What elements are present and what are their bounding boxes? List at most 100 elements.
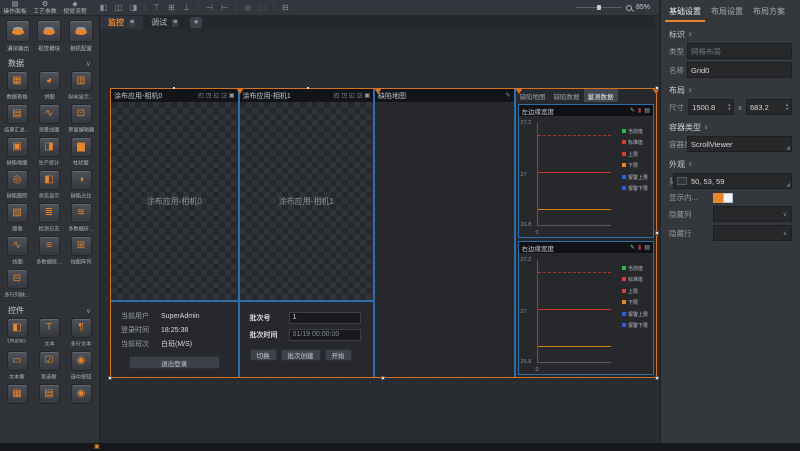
stretch-h-icon[interactable]: ⊣ (202, 3, 217, 12)
separator[interactable]: | (141, 3, 149, 12)
section-appearance[interactable]: 外观 ∨ (669, 159, 792, 170)
ruler-icon[interactable]: ◱ (214, 92, 220, 99)
background-color-field[interactable]: ◢ (673, 173, 792, 189)
section-container-type[interactable]: 容器类型 ∨ (669, 122, 792, 133)
zoom-slider[interactable] (576, 7, 622, 8)
delete-icon[interactable]: ▤ (644, 107, 650, 114)
batch-action-button[interactable]: 开始 (325, 349, 352, 361)
top-menu-item[interactable]: ⚙ 工艺参数 (30, 1, 60, 15)
palette-item[interactable]: ▥ 纵向显示… (65, 71, 97, 104)
palette-item[interactable]: ◉ 选中按钮 (65, 351, 97, 384)
separator[interactable]: | (270, 3, 278, 12)
step-down-icon[interactable]: ▼ (783, 107, 791, 111)
align-right-icon[interactable]: ◨ (126, 3, 141, 12)
palette-item[interactable]: ▤ (33, 384, 65, 417)
resize-handle-se[interactable] (655, 376, 659, 380)
resize-handle-e[interactable] (655, 231, 659, 235)
color-swatch[interactable] (677, 177, 687, 185)
selected-grid-layout[interactable]: 涂布应用-相机0 ◰◳◱◲▣ 涂布应用-相机0 (110, 88, 657, 378)
settings-icon[interactable]: ▣ (229, 92, 235, 99)
alarm-icon[interactable]: ▮ (638, 244, 641, 251)
name-input[interactable] (691, 66, 788, 75)
name-field[interactable] (687, 62, 792, 78)
panel-camera0[interactable]: 涂布应用-相机0 ◰◳◱◲▣ 涂布应用-相机0 (111, 89, 238, 377)
panel-camera1[interactable]: 涂布应用-相机1 ◰◳◱◲▣ 涂布应用-相机1 批次号 (240, 89, 374, 377)
defect-map-body[interactable] (375, 102, 513, 377)
distribute-icon[interactable]: ⊞ (164, 3, 179, 12)
panel-measurements[interactable]: 缺陷地图缺陷数据量测数据 左边缘宽度 ✎ ▮ ▤ 27.2 27 (516, 89, 656, 377)
section-header-controls[interactable]: 控件 ∨ (0, 302, 99, 318)
container-type-input[interactable] (691, 140, 788, 149)
height-stepper[interactable]: ▲▼ (746, 99, 792, 115)
batch-action-button[interactable]: 批次创建 (281, 349, 321, 361)
resize-handle-sw[interactable] (108, 376, 112, 380)
stretch-v-icon[interactable]: ⊢ (217, 3, 232, 12)
palette-item[interactable]: ▤ 结果汇总… (1, 104, 33, 137)
crosshair-icon[interactable]: ◲ (221, 92, 227, 99)
palette-item[interactable]: ◧ 状态显示 (33, 170, 65, 203)
align-h-center-icon[interactable]: ◫ (111, 3, 126, 12)
ungroup-icon[interactable]: ▢ (255, 3, 270, 12)
height-input[interactable] (747, 103, 783, 112)
chart-card-left-edge[interactable]: 左边缘宽度 ✎ ▮ ▤ 27.2 27 26.8 (518, 104, 654, 238)
logout-button[interactable]: 退出登录 (129, 356, 220, 369)
design-canvas[interactable]: 涂布应用-相机0 ◰◳◱◲▣ 涂布应用-相机0 (100, 29, 655, 443)
column-marker[interactable] (515, 88, 523, 94)
edit-icon[interactable]: ✎ (505, 92, 510, 99)
palette-item[interactable]: ¶ 多行文本 (65, 318, 97, 351)
column-marker[interactable] (236, 88, 244, 94)
palette-item[interactable]: ▦ 数据表格 (1, 71, 33, 104)
top-menu-item[interactable]: ◈ 视觉流程 (60, 1, 90, 15)
sidebar-tool-item[interactable]: 相机配置 (66, 20, 97, 53)
image-placeholder-camera0[interactable]: 涂布应用-相机0 (111, 102, 238, 300)
palette-item[interactable]: ≋ 多数据折… (65, 203, 97, 236)
align-left-icon[interactable]: ◧ (96, 3, 111, 12)
fit-view-icon[interactable]: ◰ (334, 92, 340, 99)
zoom-slider-handle[interactable] (597, 5, 601, 10)
group-icon[interactable]: ▣ (240, 3, 255, 12)
width-stepper[interactable]: ▲▼ (688, 99, 734, 115)
palette-item[interactable]: ◧ OK&NG (1, 318, 33, 351)
delete-icon[interactable]: ▤ (644, 244, 650, 251)
zoom-region-icon[interactable]: ◳ (206, 92, 212, 99)
sidebar-tool-item[interactable]: 视觉模块 (34, 20, 65, 53)
chart-card-right-edge[interactable]: 右边缘宽度 ✎ ▮ ▤ 27.2 27 26.8 (518, 241, 654, 375)
palette-item[interactable]: ⊞ 线图阵列 (65, 236, 97, 269)
hide-columns-select[interactable]: ∨ (713, 206, 792, 222)
align-bottom-icon[interactable]: ⊥ (179, 3, 194, 12)
show-content-toggle[interactable] (713, 193, 733, 203)
palette-item[interactable]: ≡ 多数据统… (33, 236, 65, 269)
palette-item[interactable]: T 文本 (33, 318, 65, 351)
settings-icon[interactable]: ▣ (364, 92, 370, 99)
palette-item[interactable]: ▧ 图像 (1, 203, 33, 236)
palette-item[interactable]: ⊟ 多行列缺… (1, 269, 33, 302)
add-tab-button[interactable]: + (190, 17, 202, 28)
palette-item[interactable]: ▦ (1, 384, 33, 417)
doc-tab-debug[interactable]: 调试 ≡ (143, 16, 186, 29)
palette-item[interactable]: ▆ 柱状图 (65, 137, 97, 170)
section-header-data[interactable]: 数据 ∨ (0, 55, 99, 71)
crosshair-icon[interactable]: ◲ (357, 92, 363, 99)
resize-handle-s[interactable] (381, 376, 385, 380)
measurement-tab[interactable]: 量测数据 (584, 89, 618, 102)
resize-handle-ne[interactable] (655, 86, 659, 90)
resize-grip-icon[interactable]: ◢ (786, 182, 790, 188)
property-tab[interactable]: 基础设置 (665, 4, 705, 22)
edit-icon[interactable]: ✎ (630, 107, 635, 114)
batch-action-button[interactable]: 切换 (250, 349, 277, 361)
zoom-region-icon[interactable]: ◳ (341, 92, 347, 99)
delete-icon[interactable]: ⊟ (278, 3, 293, 12)
column-marker[interactable] (374, 88, 382, 94)
palette-item[interactable]: ◨ 生产统计 (33, 137, 65, 170)
doc-tab-monitor[interactable]: 监控 ≡ (100, 16, 143, 29)
edit-icon[interactable]: ✎ (630, 244, 635, 251)
palette-item[interactable]: ◕ 饼图 (33, 71, 65, 104)
hide-rows-select[interactable]: ∨ (713, 225, 792, 241)
image-placeholder-camera1[interactable]: 涂布应用-相机1 (240, 102, 374, 300)
width-input[interactable] (689, 103, 725, 112)
palette-item[interactable]: ▭ 文本框 (1, 351, 33, 384)
palette-item[interactable]: ◎ 缺陷跟踪 (1, 170, 33, 203)
palette-item[interactable]: ≣ 检测日志 (33, 203, 65, 236)
section-layout[interactable]: 布局 ∨ (669, 85, 792, 96)
measurement-tab[interactable]: 缺陷数据 (550, 89, 584, 102)
